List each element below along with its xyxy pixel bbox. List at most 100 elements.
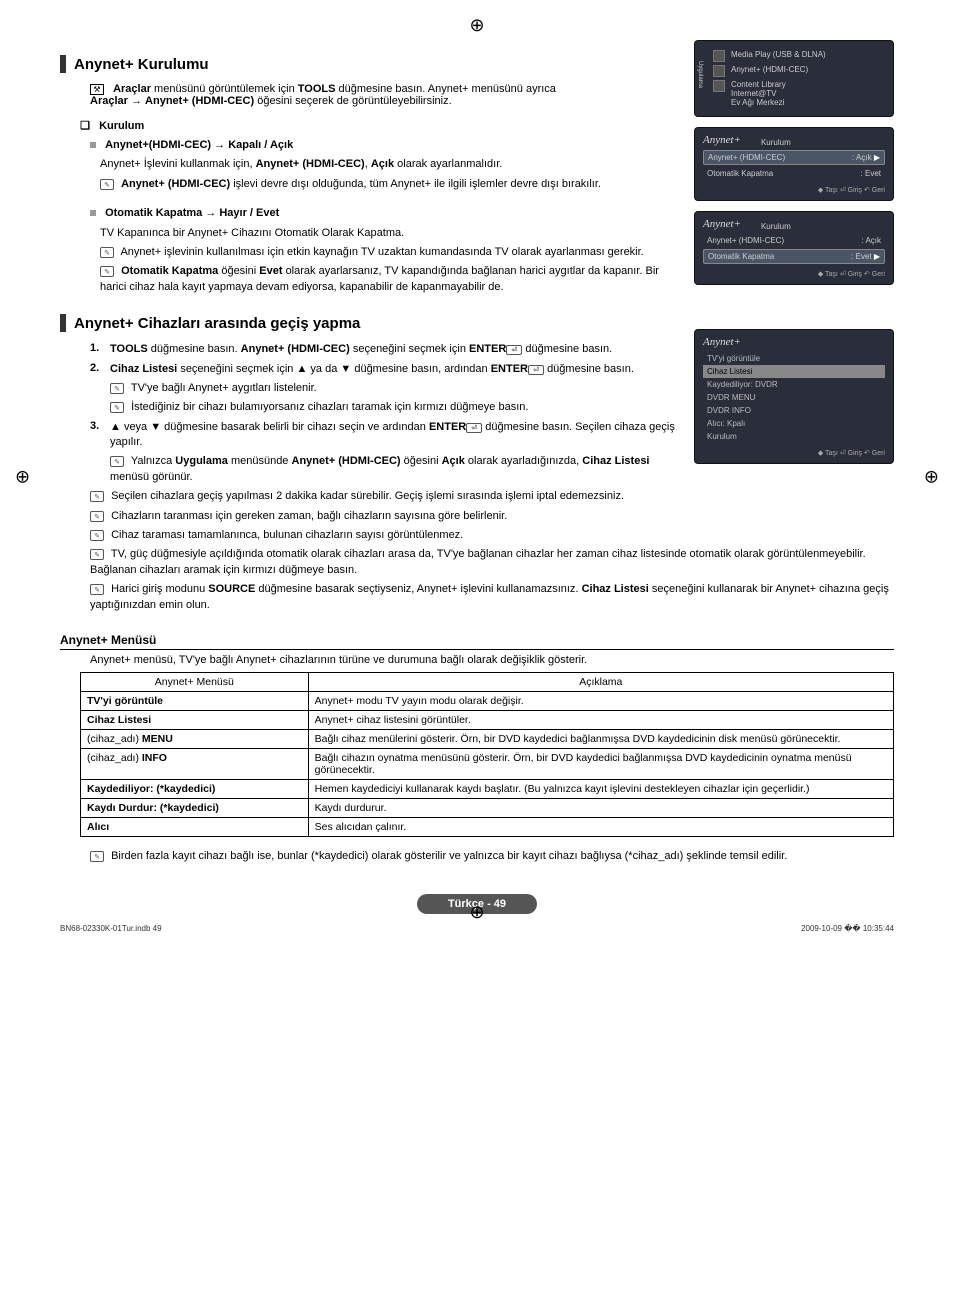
arrow-right-icon: ▶ [874,153,880,162]
item2-note1-text: Anynet+ işlevinin kullanılması için etki… [120,246,643,258]
step3-note-f: Açık [442,455,465,467]
step2-note1-text: TV'ye bağlı Anynet+ aygıtları listelenir… [131,382,317,394]
step1-f: düğmesine basın. [525,343,612,355]
step-2: 2. Cihaz Listesi seçeneğini seçmek için … [90,362,682,377]
registration-mark-top: ⊕ [469,15,484,36]
section-title: Anynet+ Kurulumu [74,56,209,73]
osd4-i3: Kaydediliyor: DVDR [703,378,885,391]
small-bullet-icon-2 [90,210,96,216]
step2-note1: ✎ TV'ye bağlı Anynet+ aygıtları listelen… [110,381,682,396]
osd-application-menu: Uygulama Media Play (USB & DLNA) Anynet+… [694,40,894,117]
step3-note: ✎ Yalnızca Uygulama menüsünde Anynet+ (H… [110,454,682,485]
item1-p1d: olarak ayarlanmalıdır. [397,158,502,170]
note-icon-9: ✎ [90,530,104,541]
intro-text-1: menüsünü görüntülemek için [154,83,295,95]
step2-c: ENTER [491,363,528,375]
section-cihaz-gecis: Anynet+ Cihazları arasında geçiş yapma [60,314,682,332]
step1-e: ENTER [469,343,506,355]
note-icon: ✎ [100,179,114,190]
item-otomatik-kapatma: Otomatik Kapatma → Hayır / Evet [90,206,682,221]
item1-desc: Anynet+ İşlevini kullanmak için, Anynet+… [100,157,682,172]
section-anynet-kurulumu: Anynet+ Kurulumu [60,55,682,73]
osd3-r2a: Otomatik Kapatma [708,252,774,261]
item1-p1a: Anynet+ İşlevini kullanmak için, [100,158,253,170]
enter-icon-2: ⏎ [528,365,544,375]
table-row: (cihaz_adı) MENUBağlı cihaz menülerini g… [81,729,894,748]
extra-note1: ✎ Seçilen cihazlara geçiş yapılması 2 da… [90,489,894,504]
osd2-brand: Anynet+ [703,134,741,146]
osd4-i4: DVDR MENU [703,391,885,404]
osd4-i6: Alıcı: Kpalı [703,417,885,430]
menu-cell-name: Alıcı [81,817,309,836]
item1-note-b: işlevi devre dışı olduğunda, tüm Anynet+… [233,178,601,190]
note-icon-3: ✎ [100,266,114,277]
menu-heading-text: Anynet+ Menüsü [60,633,156,647]
osd-side-label: Uygulama [697,61,703,88]
araclar-label-2: Araçlar [90,95,128,107]
item-anynet-hdmi: Anynet+(HDMI-CEC) → Kapalı / Açık [90,138,682,153]
media-play-icon [713,50,725,62]
osd2-r2a: Otomatik Kapatma [707,169,773,178]
step3-note-c: menüsünde [231,455,289,467]
osd1-r3b: Internet@TV [731,89,786,98]
item1-p1b: Anynet+ (HDMI-CEC) [256,158,365,170]
menu-cell-name: (cihaz_adı) INFO [81,748,309,779]
content-library-icon [713,80,725,92]
step2-d: düğmesine basın. [547,363,634,375]
osd1-r3a: Content Library [731,80,786,89]
step3-b: ENTER [429,421,466,433]
ogesini-1: öğesini [221,265,259,277]
enter-icon: ⏎ [506,345,522,355]
registration-mark-bottom: ⊕ [469,902,484,923]
osd3-r1a: Anynet+ (HDMI-CEC) [707,236,784,245]
item1-note-a: Anynet+ (HDMI-CEC) [121,178,230,190]
step3-note-i: menüsü görünür. [110,471,193,483]
document-footer: BN68-02330K-01Tur.indb 49 2009-10-09 �� … [60,924,894,933]
bullet-icon: ❏ [80,119,90,132]
extra-note4: ✎ TV, güç düğmesiyle açıldığında otomati… [90,547,894,578]
step2-num: 2. [90,362,110,377]
step2-a: Cihaz Listesi [110,363,177,375]
note-icon-7: ✎ [90,491,104,502]
menu-footnote: ✎ Birden fazla kayıt cihazı bağlı ise, b… [90,849,894,864]
step1-b: düğmesine basın. [151,343,238,355]
note-icon-11: ✎ [90,584,104,595]
table-row: Kaydı Durdur: (*kaydedici)Kaydı durdurur… [81,798,894,817]
menu-cell-desc: Ses alıcıdan çalınır. [308,817,893,836]
extra-note3: ✎ Cihaz taraması tamamlanınca, bulunan c… [90,528,894,543]
step2-note2: ✎ İstediğiniz bir cihazı bulamıyorsanız … [110,400,682,415]
note-icon-5: ✎ [110,402,124,413]
extra-note3-text: Cihaz taraması tamamlanınca, bulunan cih… [111,529,463,541]
note-icon-2: ✎ [100,247,114,258]
step2-note2-text: İstediğiniz bir cihazı bulamıyorsanız ci… [131,401,528,413]
small-bullet-icon [90,142,96,148]
osd4-i2: Cihaz Listesi [703,365,885,378]
anynet-menu-heading: Anynet+ Menüsü [60,633,894,650]
step-1: 1. TOOLS düğmesine basın. Anynet+ (HDMI-… [90,342,682,357]
extra-note5-d: Cihaz Listesi [582,583,649,595]
enter-icon-3: ⏎ [466,423,482,433]
osd2-title: Kurulum [761,138,791,147]
section2-title: Anynet+ Cihazları arasında geçiş yapma [74,315,360,332]
step3-note-a: Yalnızca [131,455,172,467]
anynet-icon [713,65,725,77]
osd3-r1b: : Açık [861,236,881,245]
osd2-row1: Anynet+ (HDMI-CEC) : Açık ▶ [703,150,885,165]
table-row: Kaydediliyor: (*kaydedici)Hemen kaydedic… [81,779,894,798]
table-row: AlıcıSes alıcıdan çalınır. [81,817,894,836]
anynet-menu-table: Anynet+ Menüsü Açıklama TV'yi görüntüleA… [80,672,894,837]
extra-note5-c: düğmesine basarak seçtiyseniz, Anynet+ i… [258,583,578,595]
araclar-label: Araçlar [113,83,151,95]
arrow-right-icon-2: ▶ [874,252,880,261]
osd3-title: Kurulum [761,222,791,231]
menu-intro: Anynet+ menüsü, TV'ye bağlı Anynet+ ciha… [90,654,894,666]
menu-cell-desc: Hemen kaydediciyi kullanarak kaydı başla… [308,779,893,798]
note-icon-4: ✎ [110,383,124,394]
osd-device-list: Anynet+ TV'yi görüntüle Cihaz Listesi Ka… [694,329,894,464]
step1-num: 1. [90,342,110,357]
footer-right: 2009-10-09 �� 10:35:44 [801,924,894,933]
extra-note1-text: Seçilen cihazlara geçiş yapılması 2 daki… [111,490,624,502]
osd2-r1b: : Açık [852,153,872,162]
item1-title: Anynet+(HDMI-CEC) → Kapalı / Açık [105,139,293,151]
menu-cell-desc: Bağlı cihaz menülerini gösterir. Örn, bi… [308,729,893,748]
